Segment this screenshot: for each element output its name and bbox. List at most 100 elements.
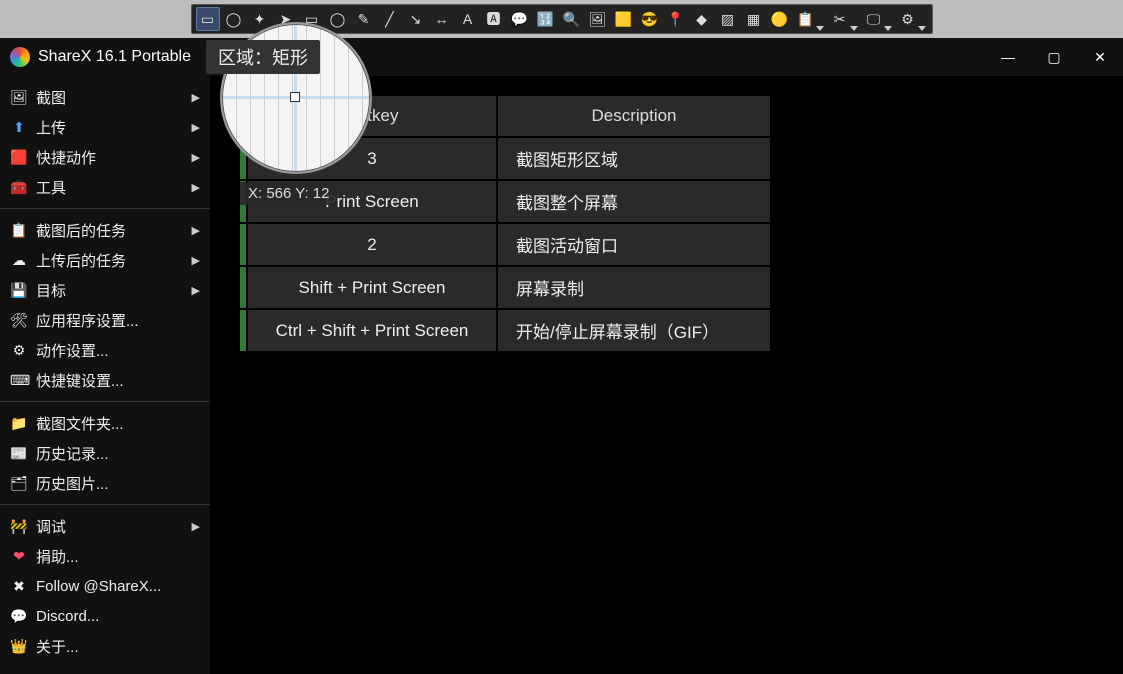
annotation-toolbar: ▭◯✦➤▭◯✎╱↘↔A🅰💬🔢🔍🖼🟨😎📍◆▨▦🟡📋✂🖵⚙ [0, 0, 1123, 38]
hotkey-row[interactable]: Shift + Print Screen屏幕录制 [240, 267, 770, 310]
menu-after-upload-label: 上传后的任务 [36, 250, 126, 271]
chevron-down-icon [884, 26, 892, 31]
menu-tools-label: 工具 [36, 177, 66, 198]
chevron-right-icon: ▶ [192, 151, 200, 164]
eraser-icon[interactable]: ◆ [690, 7, 714, 31]
close-button[interactable]: ✕ [1077, 38, 1123, 76]
menu-history-label: 历史记录... [36, 443, 109, 464]
menu-destinations[interactable]: 💾目标▶ [0, 275, 210, 305]
settings-dd-icon[interactable]: ⚙ [896, 7, 920, 31]
window-titlebar: ShareX 16.1 Portable — ▢ ✕ [0, 38, 1123, 76]
region-rect-icon[interactable]: ▭ [196, 7, 220, 31]
step-icon[interactable]: 🔢 [534, 7, 558, 31]
menu-donate-icon: ❤ [10, 548, 28, 565]
menu-capture[interactable]: 🖼截图▶ [0, 82, 210, 112]
menu-after-upload[interactable]: ☁上传后的任务▶ [0, 245, 210, 275]
hotkey-row[interactable]: Ctrl + Shift + Print Screen开始/停止屏幕录制（GIF… [240, 310, 770, 353]
menu-donate[interactable]: ❤ 捐助... [0, 541, 210, 571]
menu-image-history-icon: 🗂 [10, 475, 28, 492]
text-box-icon[interactable]: 🅰 [482, 7, 506, 31]
hotkey-description: 屏幕录制 [498, 267, 770, 308]
menu-tools[interactable]: 🧰工具▶ [0, 172, 210, 202]
hotkey-status-stripe [240, 267, 248, 308]
menu-workflows-label: 快捷动作 [36, 147, 96, 168]
menu-destinations-label: 目标 [36, 280, 66, 301]
shape-ellipse-icon[interactable]: ◯ [326, 7, 350, 31]
menu-app-settings-label: 应用程序设置... [36, 310, 139, 331]
menu-upload[interactable]: ⬆上传▶ [0, 112, 210, 142]
text-a-icon[interactable]: A [456, 7, 480, 31]
menu-history[interactable]: 📰 历史记录... [0, 438, 210, 468]
chevron-right-icon: ▶ [192, 181, 200, 194]
menu-task-settings-icon: ⚙ [10, 342, 28, 359]
menu-capture-icon: 🖼 [10, 89, 28, 106]
menu-image-history-label: 历史图片... [36, 473, 109, 494]
blur-icon[interactable]: ▨ [716, 7, 740, 31]
menu-debug-label: 调试 [36, 516, 66, 537]
menu-debug[interactable]: 🚧 调试 ▶ [0, 511, 210, 541]
hotkey-status-stripe [240, 310, 248, 351]
menu-image-history[interactable]: 🗂 历史图片... [0, 468, 210, 498]
region-mode-tooltip: 区域：矩形 [206, 40, 320, 74]
highlight-icon[interactable]: 🟡 [768, 7, 792, 31]
minimize-button[interactable]: — [985, 38, 1031, 76]
menu-app-settings[interactable]: 🛠 应用程序设置... [0, 305, 210, 335]
menu-hotkey-settings[interactable]: ⌨ 快捷键设置... [0, 365, 210, 395]
menu-history-icon: 📰 [10, 445, 28, 462]
menu-discord-icon: 💬 [10, 608, 28, 625]
menu-after-capture-icon: 📋 [10, 222, 28, 239]
menu-separator [0, 208, 210, 209]
menu-workflows-icon: 🟥 [10, 149, 28, 166]
image-icon[interactable]: 🖼 [586, 7, 610, 31]
menu-discord-label: Discord... [36, 608, 99, 625]
hotkey-description: 截图整个屏幕 [498, 181, 770, 222]
menu-separator [0, 504, 210, 505]
cursor-coordinates: X: 566 Y: 12 [240, 182, 337, 205]
hotkey-row[interactable]: 2截图活动窗口 [240, 224, 770, 267]
hotkey-description: 开始/停止屏幕录制（GIF） [498, 310, 770, 351]
menu-hotkey-settings-label: 快捷键设置... [36, 370, 124, 391]
menu-screenshots-folder[interactable]: 📁 截图文件夹... [0, 408, 210, 438]
hotkey-key: Ctrl + Shift + Print Screen [248, 310, 498, 351]
chevron-right-icon: ▶ [192, 520, 200, 533]
menu-discord[interactable]: 💬 Discord... [0, 601, 210, 631]
menu-workflows[interactable]: 🟥 快捷动作 ▶ [0, 142, 210, 172]
pin-icon[interactable]: 📍 [664, 7, 688, 31]
speech-icon[interactable]: 💬 [508, 7, 532, 31]
maximize-button[interactable]: ▢ [1031, 38, 1077, 76]
magnify-icon[interactable]: 🔍 [560, 7, 584, 31]
chevron-right-icon: ▶ [192, 224, 200, 237]
chevron-down-icon [816, 26, 824, 31]
menu-task-settings-label: 动作设置... [36, 340, 109, 361]
menu-capture-label: 截图 [36, 87, 66, 108]
menu-task-settings[interactable]: ⚙ 动作设置... [0, 335, 210, 365]
hotkey-header-description: Description [498, 96, 770, 136]
view-dd-icon[interactable]: 🖵 [862, 7, 886, 31]
menu-after-capture[interactable]: 📋截图后的任务▶ [0, 215, 210, 245]
pixelate-icon[interactable]: ▦ [742, 7, 766, 31]
menu-separator [0, 401, 210, 402]
hotkey-status-stripe [240, 224, 248, 265]
menu-screenshots-folder-label: 截图文件夹... [36, 413, 124, 434]
emoji-icon[interactable]: 😎 [638, 7, 662, 31]
menu-app-settings-icon: 🛠 [10, 312, 28, 329]
hotkey-key: 2 [248, 224, 498, 265]
hotkey-description: 截图活动窗口 [498, 224, 770, 265]
double-arrow-icon[interactable]: ↔ [430, 7, 454, 31]
tools-dd-icon[interactable]: ✂ [828, 7, 852, 31]
menu-hotkey-settings-icon: ⌨ [10, 372, 28, 389]
arrow-icon[interactable]: ↘ [404, 7, 428, 31]
menu-follow[interactable]: ✖Follow @ShareX... [0, 571, 210, 601]
magnifier-center-marker [290, 92, 300, 102]
region-ellipse-icon[interactable]: ◯ [222, 7, 246, 31]
menu-donate-label: 捐助... [36, 546, 79, 567]
menu-debug-icon: 🚧 [10, 518, 28, 535]
menu-about-label: 关于... [36, 636, 79, 657]
menu-screenshots-folder-icon: 📁 [10, 415, 28, 432]
menu-about[interactable]: 👑关于... [0, 631, 210, 661]
crop-dd-icon[interactable]: 📋 [794, 7, 818, 31]
sticker-icon[interactable]: 🟨 [612, 7, 636, 31]
pen-icon[interactable]: ✎ [352, 7, 376, 31]
line-icon[interactable]: ╱ [378, 7, 402, 31]
menu-follow-label: Follow @ShareX... [36, 578, 161, 595]
